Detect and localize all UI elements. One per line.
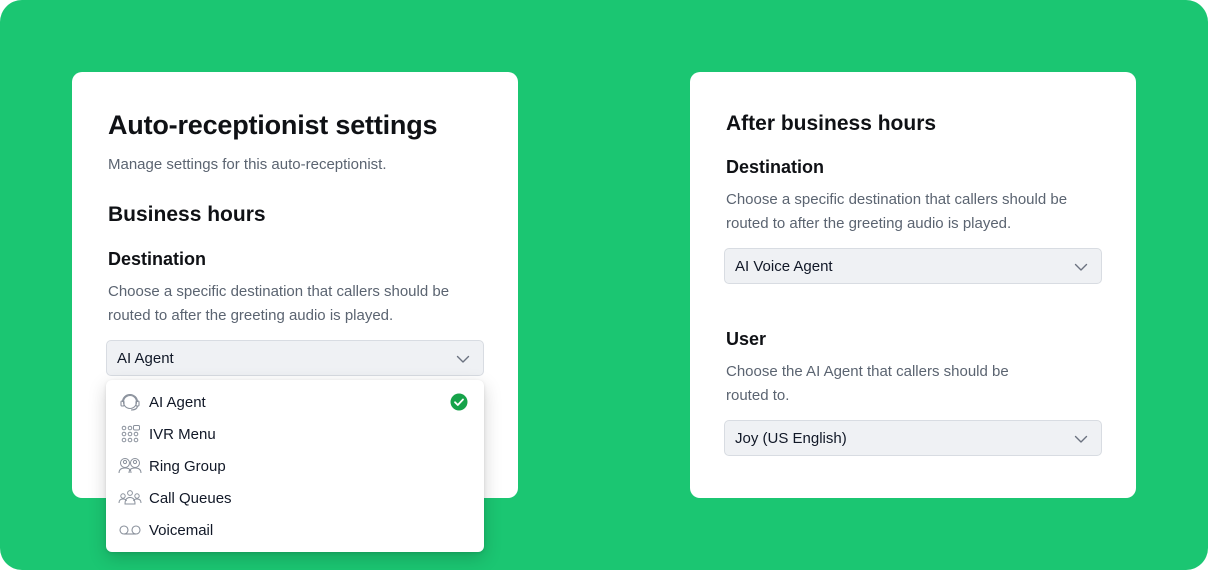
check-circle-icon — [450, 393, 468, 411]
dropdown-option-label: Ring Group — [149, 457, 226, 475]
destination-description-line2: routed to after the greeting audio is pl… — [726, 215, 1012, 232]
destination-description-line1: Choose a specific destination that calle… — [108, 283, 450, 300]
dropdown-option-label: Voicemail — [149, 521, 214, 539]
page-title: Auto-receptionist settings — [108, 110, 438, 140]
after-hours-user-select[interactable]: Joy (US English) — [724, 420, 1102, 456]
destination-dropdown-menu: AI Agent IVR Menu Ring Group Call Queues… — [106, 380, 484, 552]
user-description-line1: Choose the AI Agent that callers should … — [726, 363, 1009, 380]
destination-description-line2: routed to after the greeting audio is pl… — [108, 307, 394, 324]
chevron-down-icon — [1074, 263, 1088, 271]
business-hours-heading: Business hours — [108, 203, 266, 226]
selected-value: AI Agent — [117, 349, 174, 367]
chevron-down-icon — [1074, 435, 1088, 443]
after-hours-destination-select[interactable]: AI Voice Agent — [724, 248, 1102, 284]
chevron-down-icon — [456, 355, 470, 363]
dropdown-option-call-queues[interactable]: Call Queues — [106, 482, 484, 514]
dropdown-option-label: Call Queues — [149, 489, 232, 507]
voicemail-icon — [118, 520, 142, 540]
dropdown-option-label: AI Agent — [149, 393, 206, 411]
dropdown-option-ring-group[interactable]: Ring Group — [106, 450, 484, 482]
dropdown-option-ai-agent[interactable]: AI Agent — [106, 386, 484, 418]
destination-heading: Destination — [108, 249, 207, 269]
selected-value: Joy (US English) — [735, 429, 847, 447]
page-subtitle: Manage settings for this auto-receptioni… — [108, 156, 387, 173]
queue-icon — [118, 488, 142, 508]
group-icon — [118, 456, 142, 476]
keypad-icon — [118, 424, 142, 444]
dropdown-option-label: IVR Menu — [149, 425, 216, 443]
user-description-line2: routed to. — [726, 387, 790, 404]
destination-heading: Destination — [726, 157, 825, 177]
dropdown-option-ivr-menu[interactable]: IVR Menu — [106, 418, 484, 450]
destination-description-line1: Choose a specific destination that calle… — [726, 191, 1068, 208]
headset-icon — [118, 392, 142, 412]
after-hours-heading: After business hours — [726, 112, 937, 135]
business-hours-destination-select[interactable]: AI Agent — [106, 340, 484, 376]
dropdown-option-voicemail[interactable]: Voicemail — [106, 514, 484, 546]
selected-value: AI Voice Agent — [735, 257, 833, 275]
user-heading: User — [726, 329, 767, 349]
